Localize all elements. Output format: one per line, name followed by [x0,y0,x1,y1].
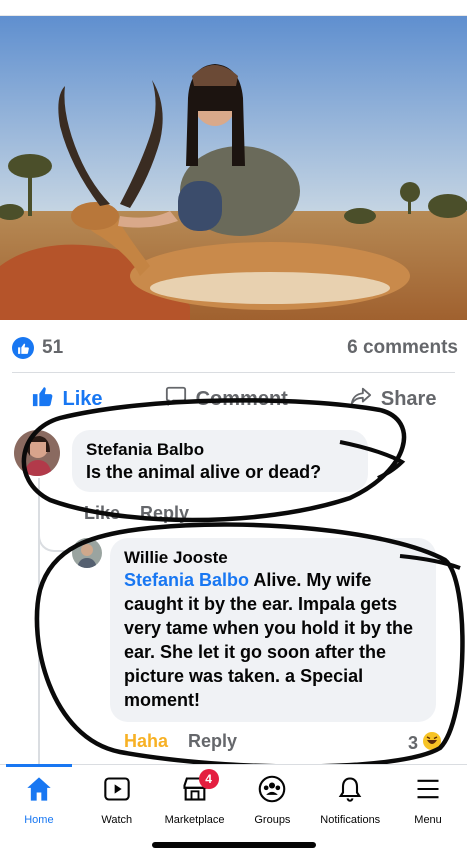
reactions-count-group[interactable]: 51 [12,337,63,359]
thumbs-up-icon [31,385,55,413]
reply-meta: Haha Reply 3 [124,731,442,756]
nav-label: Groups [254,814,291,826]
share-button[interactable]: Share [349,385,437,413]
reply-reaction-count: 3 [407,733,418,753]
like-button[interactable]: Like [31,385,103,413]
watch-icon [102,775,132,808]
divider [12,372,455,373]
like-reaction-icon [12,337,34,359]
nav-marketplace[interactable]: 4 Marketplace [156,765,234,832]
share-label: Share [380,387,437,410]
haha-reaction-label[interactable]: Haha [124,731,168,756]
reply-reply-link[interactable]: Reply [188,731,237,756]
marketplace-badge: 4 [198,769,219,789]
groups-icon [257,775,287,808]
post-photo[interactable] [0,16,467,320]
reply-body: Alive. My wife caught it by the ear. Imp… [124,570,414,710]
bottom-navigation: Home Watch 4 Marketplace Groups Notifica… [0,764,467,832]
top-strip [0,0,467,16]
nav-label: Watch [101,814,133,826]
comment-text: Is the animal alive or dead? [86,462,322,482]
nav-home[interactable]: Home [0,764,78,832]
menu-icon [413,775,443,808]
home-icon [24,775,54,808]
reaction-count: 51 [42,337,64,358]
nav-groups[interactable]: Groups [233,765,311,832]
nav-label: Notifications [320,814,381,826]
like-label: Like [62,387,103,410]
post-actions: Like Comment Share [0,381,467,417]
nav-label: Menu [414,814,442,826]
bell-icon [335,775,365,808]
thread-connector [38,520,70,552]
avatar[interactable] [14,430,60,476]
nav-menu[interactable]: Menu [389,765,467,832]
avatar[interactable] [72,538,102,568]
comment-like-link[interactable]: Like [84,503,120,524]
comment-author[interactable]: Stefania Balbo [86,440,354,460]
comment-reply-link[interactable]: Reply [140,503,189,524]
hunting-photo-image [0,16,467,320]
reply-reaction-summary[interactable]: 3 [408,731,442,756]
reply-item: Willie Jooste Stefania Balbo Alive. My w… [72,538,436,722]
nav-label: Home [24,814,54,826]
reply-bubble: Willie Jooste Stefania Balbo Alive. My w… [110,538,436,722]
haha-emoji-icon [422,731,442,756]
reactions-summary: 51 6 comments [12,334,458,362]
reply-author[interactable]: Willie Jooste [124,548,422,568]
comment-bubble: Stefania Balbo Is the animal alive or de… [72,430,368,492]
comment-icon [164,385,188,413]
comment-button[interactable]: Comment [164,385,288,413]
nav-notifications[interactable]: Notifications [311,765,389,832]
home-indicator [152,842,316,848]
comments-count-link[interactable]: 6 comments [347,337,458,359]
comment-item: Stefania Balbo Is the animal alive or de… [14,430,368,492]
mention-link[interactable]: Stefania Balbo [124,570,249,590]
share-icon [349,385,373,413]
comment-label: Comment [195,387,288,410]
comment-meta: Like Reply [84,503,189,524]
nav-watch[interactable]: Watch [78,765,156,832]
nav-label: Marketplace [164,814,225,826]
reply-text: Stefania Balbo Alive. My wife caught it … [124,568,422,712]
